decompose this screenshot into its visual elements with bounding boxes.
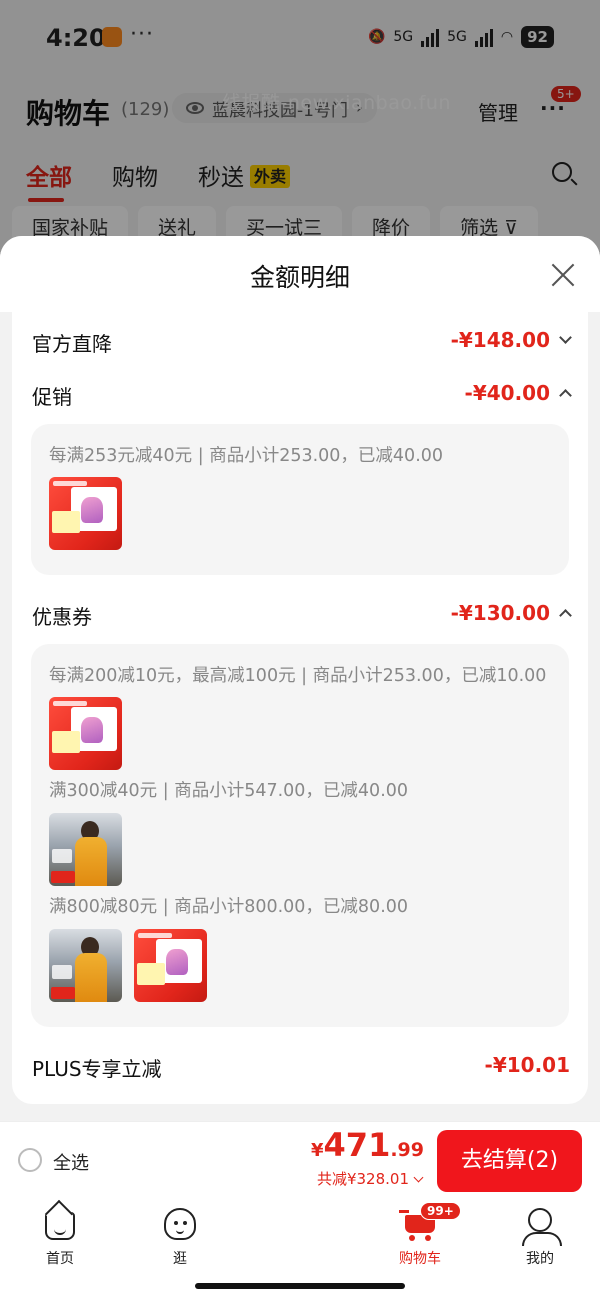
official-discount-label: 官方直降: [32, 332, 112, 356]
total-integer: 471: [323, 1126, 391, 1164]
nav-browse[interactable]: 逛: [140, 1207, 220, 1268]
promotion-rule: 每满253元减40元 | 商品小计253.00，已减40.00: [49, 446, 444, 466]
home-indicator: [195, 1283, 405, 1289]
product-thumbnail[interactable]: [134, 929, 207, 1002]
total-price: ¥471.99: [311, 1126, 424, 1164]
nav-me[interactable]: 我的: [500, 1207, 580, 1268]
promotion-detail: 每满253元减40元 | 商品小计253.00，已减40.00: [31, 424, 569, 575]
coupon-row[interactable]: 优惠券 -¥130.00: [32, 594, 572, 634]
chevron-up-icon: [559, 609, 572, 622]
coupon-detail: 每满200减10元，最高减100元 | 商品小计253.00，已减10.00 满…: [31, 644, 569, 1027]
nav-home-label: 首页: [46, 1251, 74, 1267]
coupon-rule-1: 每满200减10元，最高减100元 | 商品小计253.00，已减10.00: [49, 666, 547, 686]
coupon-rule-3: 满800减80元 | 商品小计800.00，已减80.00: [49, 897, 409, 917]
product-thumbnail[interactable]: [49, 477, 122, 550]
promotion-label: 促销: [32, 385, 72, 409]
checkout-button[interactable]: 去结算(2): [437, 1130, 582, 1192]
plus-discount-amount: -¥10.01: [484, 1053, 570, 1077]
nav-home[interactable]: 首页: [20, 1207, 100, 1268]
total-saved-label: 共减¥328.01: [316, 1170, 409, 1188]
cart-badge: 99+: [420, 1202, 461, 1220]
browse-icon: [164, 1208, 196, 1240]
official-discount-row[interactable]: 官方直降 -¥148.00: [32, 321, 572, 361]
plus-discount-row: PLUS专享立减 -¥10.01: [32, 1046, 572, 1086]
select-all-label[interactable]: 全选: [53, 1149, 89, 1175]
nav-me-label: 我的: [526, 1251, 554, 1267]
total-decimal: .99: [390, 1139, 424, 1161]
sheet-title: 金额明细: [249, 263, 350, 292]
profile-icon: [522, 1208, 562, 1246]
detail-card: 官方直降 -¥148.00 促销 -¥40.00 每满253元减40元 | 商品…: [12, 312, 588, 1104]
official-discount-amount: -¥148.00: [450, 328, 550, 352]
nav-cart-label: 购物车: [399, 1251, 441, 1267]
nav-browse-label: 逛: [173, 1251, 187, 1267]
promotion-row[interactable]: 促销 -¥40.00: [32, 374, 572, 414]
product-thumbnail[interactable]: [49, 929, 122, 1002]
coupon-amount: -¥130.00: [450, 601, 550, 625]
chevron-down-icon: [559, 331, 572, 344]
chevron-up-icon: [559, 389, 572, 402]
product-thumbnail[interactable]: [49, 813, 122, 886]
currency-symbol: ¥: [311, 1140, 324, 1161]
coupon-rule-2: 满300减40元 | 商品小计547.00，已减40.00: [49, 781, 409, 801]
plus-discount-label: PLUS专享立减: [32, 1057, 162, 1081]
home-icon: [45, 1212, 75, 1240]
sheet-header: 金额明细: [0, 236, 600, 312]
chevron-down-icon: [413, 1172, 424, 1183]
promotion-amount: -¥40.00: [464, 381, 550, 405]
total-saved[interactable]: 共减¥328.01: [316, 1168, 424, 1189]
close-icon[interactable]: [550, 262, 576, 288]
coupon-label: 优惠券: [32, 605, 92, 629]
product-thumbnail[interactable]: [49, 697, 122, 770]
checkout-bar: 全选 ¥471.99 共减¥328.01 去结算(2): [0, 1121, 600, 1199]
amount-details-sheet: 金额明细 官方直降 -¥148.00 促销 -¥40.00 每满253元减40元…: [0, 236, 600, 1121]
select-all-checkbox[interactable]: [18, 1148, 42, 1172]
